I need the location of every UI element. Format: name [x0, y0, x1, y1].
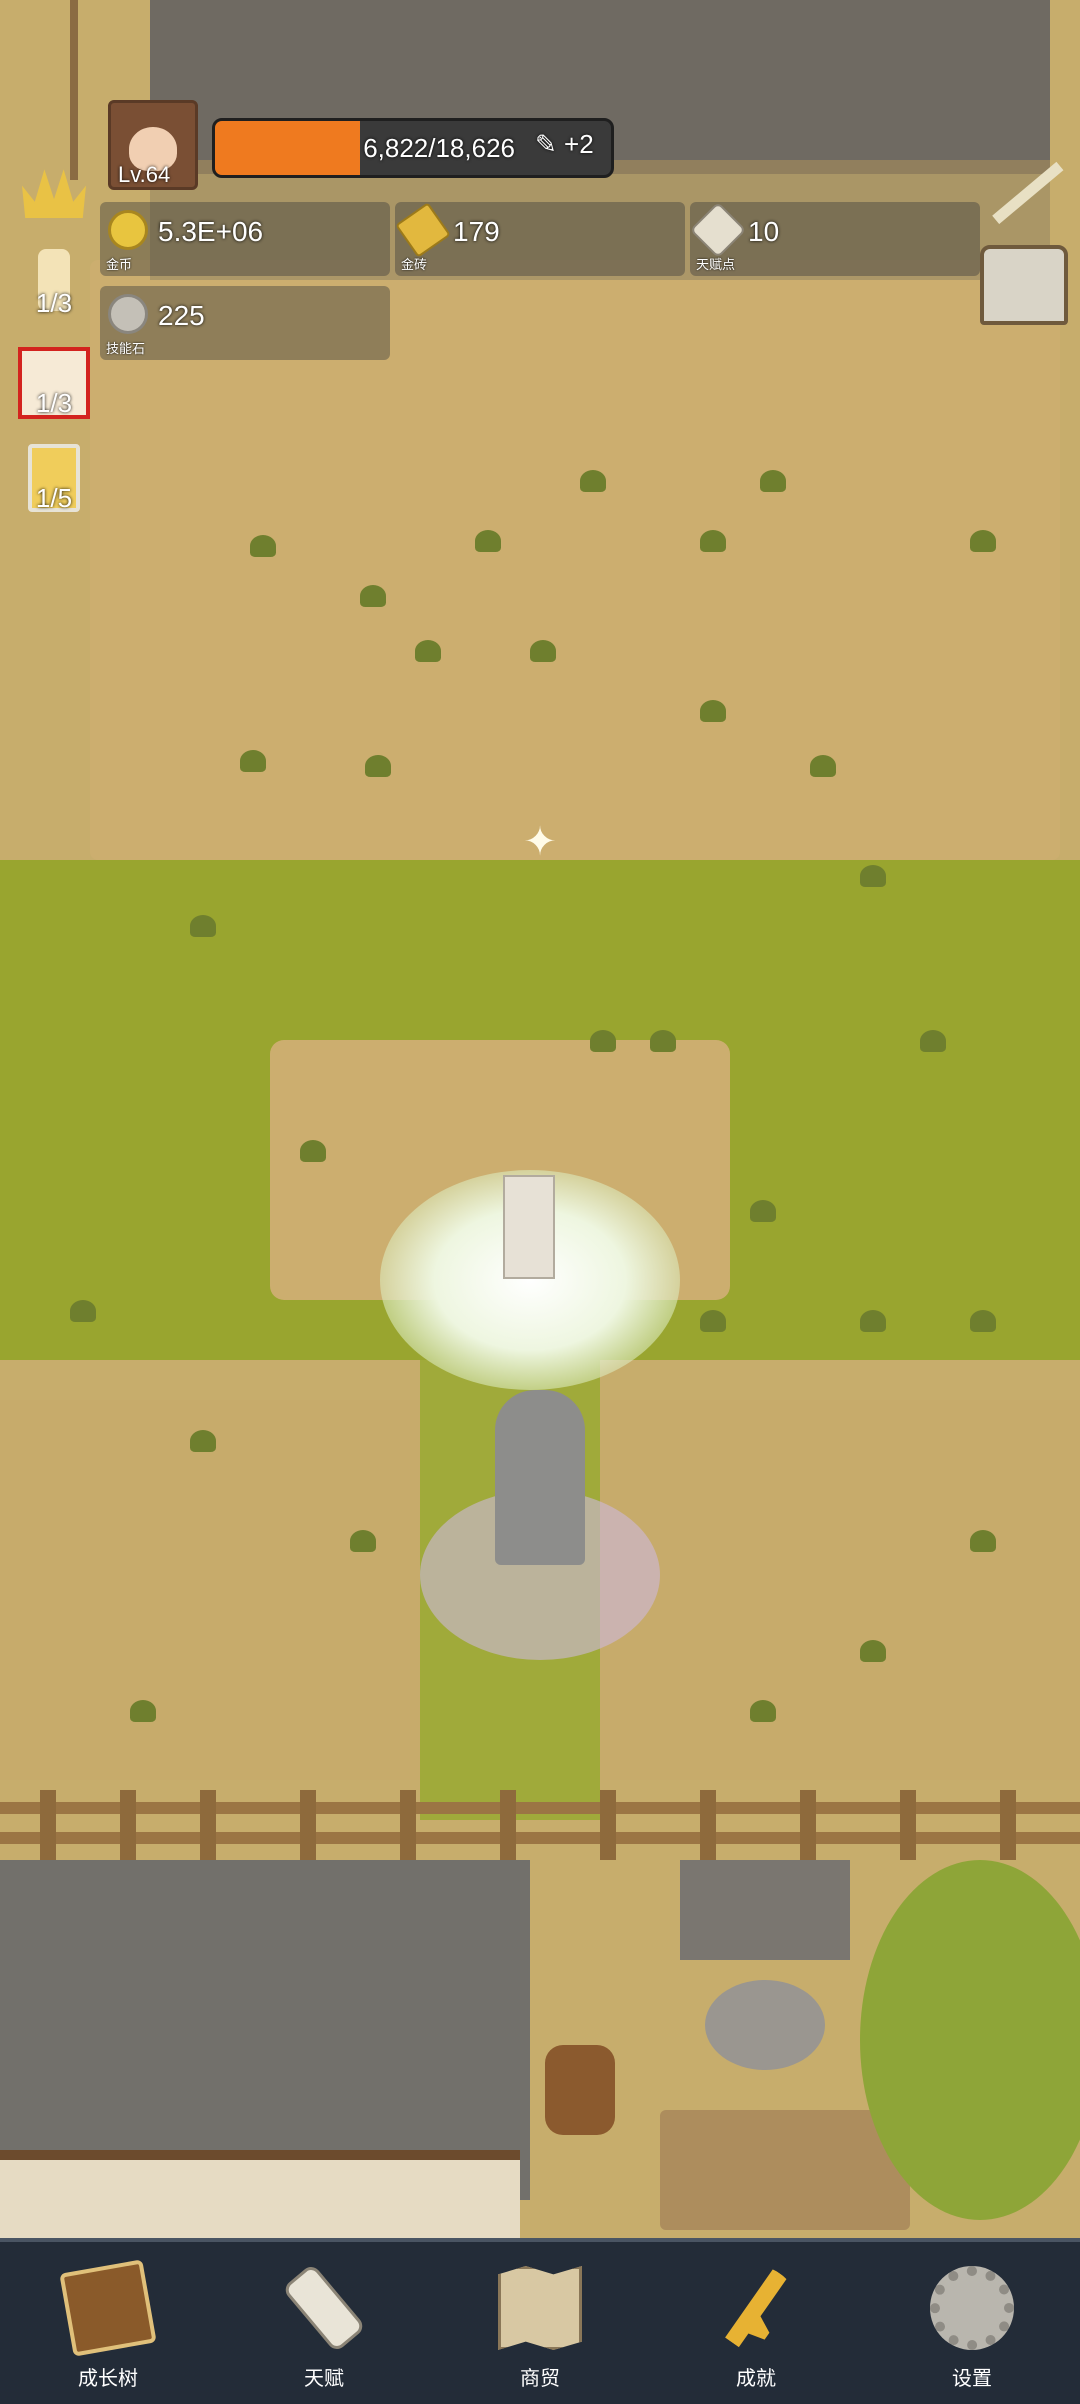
- crown-icon: [22, 169, 86, 218]
- crop-sprout: [590, 1030, 616, 1052]
- player-level: Lv.64: [118, 162, 171, 187]
- wooden-fence: [0, 1790, 1080, 1860]
- crop-sprout: [250, 535, 276, 557]
- gold-bars-label: 金砖: [401, 257, 428, 272]
- talent-points-value: 10: [748, 216, 780, 247]
- house-wall-bottom: [0, 2150, 520, 2240]
- crop-sprout: [190, 915, 216, 937]
- key-icon: [698, 2250, 815, 2367]
- crop-sprout: [860, 1640, 886, 1662]
- gold-bar-icon: [395, 202, 451, 258]
- crop-sprout: [530, 640, 556, 662]
- talent-points-counter[interactable]: 10 天赋点: [689, 201, 980, 276]
- skill-stones-label: 技能石: [106, 341, 146, 356]
- stone-pillar[interactable]: [503, 1175, 555, 1279]
- crop-sprout: [860, 865, 886, 887]
- gear-icon: [930, 2266, 1014, 2350]
- crop-sprout: [970, 1530, 996, 1552]
- coins-counter[interactable]: 5.3E+06 金币: [100, 202, 390, 276]
- nav-achievements[interactable]: 成就: [648, 2242, 864, 2404]
- nav-settings[interactable]: 设置: [864, 2242, 1080, 2404]
- house-roof-bottom: [0, 1860, 530, 2200]
- angel-statue[interactable]: [495, 1390, 585, 1565]
- crop-sprout: [240, 750, 266, 772]
- map-icon: [498, 2266, 582, 2350]
- nav-trade-label: 商贸: [520, 2368, 560, 2390]
- crop-sprout: [920, 1030, 946, 1052]
- crop-sprout: [700, 530, 726, 552]
- crop-sprout: [810, 755, 836, 777]
- crown-buff[interactable]: [16, 150, 92, 226]
- wooden-cart: [660, 2110, 910, 2230]
- xp-bonus: ✎ +2: [535, 129, 594, 159]
- crop-sprout: [760, 470, 786, 492]
- crop-sprout: [700, 1310, 726, 1332]
- nav-talent-label: 天赋: [304, 2368, 344, 2390]
- crop-sprout: [970, 530, 996, 552]
- nav-settings-label: 设置: [952, 2368, 992, 2390]
- xp-bar: 6,822/18,626 ✎ +2: [212, 118, 614, 178]
- nav-achievements-label: 成就: [736, 2368, 776, 2390]
- candle-buff[interactable]: 1/3: [16, 245, 92, 321]
- crop-sprout: [300, 1140, 326, 1162]
- nav-growth-tree[interactable]: 成长树: [0, 2242, 216, 2404]
- coins-label: 金币: [106, 257, 133, 272]
- wooden-barrel: [545, 2045, 615, 2135]
- crop-sprout: [350, 1530, 376, 1552]
- beer-mug-buff[interactable]: 1/5: [16, 440, 92, 516]
- crop-sprout: [860, 1310, 886, 1332]
- bottom-nav: 成长树 天赋 商贸 成就 设置: [0, 2238, 1080, 2404]
- talent-points-label: 天赋点: [696, 257, 736, 272]
- beer-mug-count: 1/5: [35, 483, 73, 513]
- gold-bars-value: 179: [453, 216, 500, 247]
- crop-sprout: [580, 470, 606, 492]
- crop-sprout: [750, 1200, 776, 1222]
- crop-sprout: [365, 755, 391, 777]
- crop-sprout: [650, 1030, 676, 1052]
- book-icon: [59, 2259, 157, 2357]
- skill-stones-value: 225: [158, 300, 205, 331]
- candle-count: 1/3: [35, 288, 73, 318]
- crop-sprout: [190, 1430, 216, 1452]
- dice-buff[interactable]: 1/3: [16, 345, 92, 421]
- crop-sprout: [700, 700, 726, 722]
- crop-sprout: [130, 1700, 156, 1722]
- crop-sprout: [415, 640, 441, 662]
- nav-trade[interactable]: 商贸: [432, 2242, 648, 2404]
- dice-count: 1/3: [35, 388, 73, 418]
- xp-text: 6,822/18,626: [363, 133, 515, 163]
- gold-bars-counter[interactable]: 179 金砖: [395, 202, 685, 276]
- coin-icon: [108, 210, 148, 250]
- skill-stones-counter[interactable]: 225 技能石: [100, 286, 390, 360]
- coins-value: 5.3E+06: [158, 216, 264, 247]
- scroll-icon: [281, 2262, 367, 2354]
- stone-icon: [108, 294, 148, 334]
- crop-sprout: [475, 530, 501, 552]
- crop-sprout: [70, 1300, 96, 1322]
- treasure-chest-icon[interactable]: [980, 245, 1068, 325]
- crop-sprout: [750, 1700, 776, 1722]
- crop-sprout: [360, 585, 386, 607]
- nav-growth-tree-label: 成长树: [78, 2368, 138, 2390]
- nav-talent[interactable]: 天赋: [216, 2242, 432, 2404]
- sparkle-icon[interactable]: ✦: [520, 822, 560, 862]
- scroll-icon: [689, 201, 747, 259]
- stone-well[interactable]: [680, 1860, 850, 2080]
- crop-sprout: [970, 1310, 996, 1332]
